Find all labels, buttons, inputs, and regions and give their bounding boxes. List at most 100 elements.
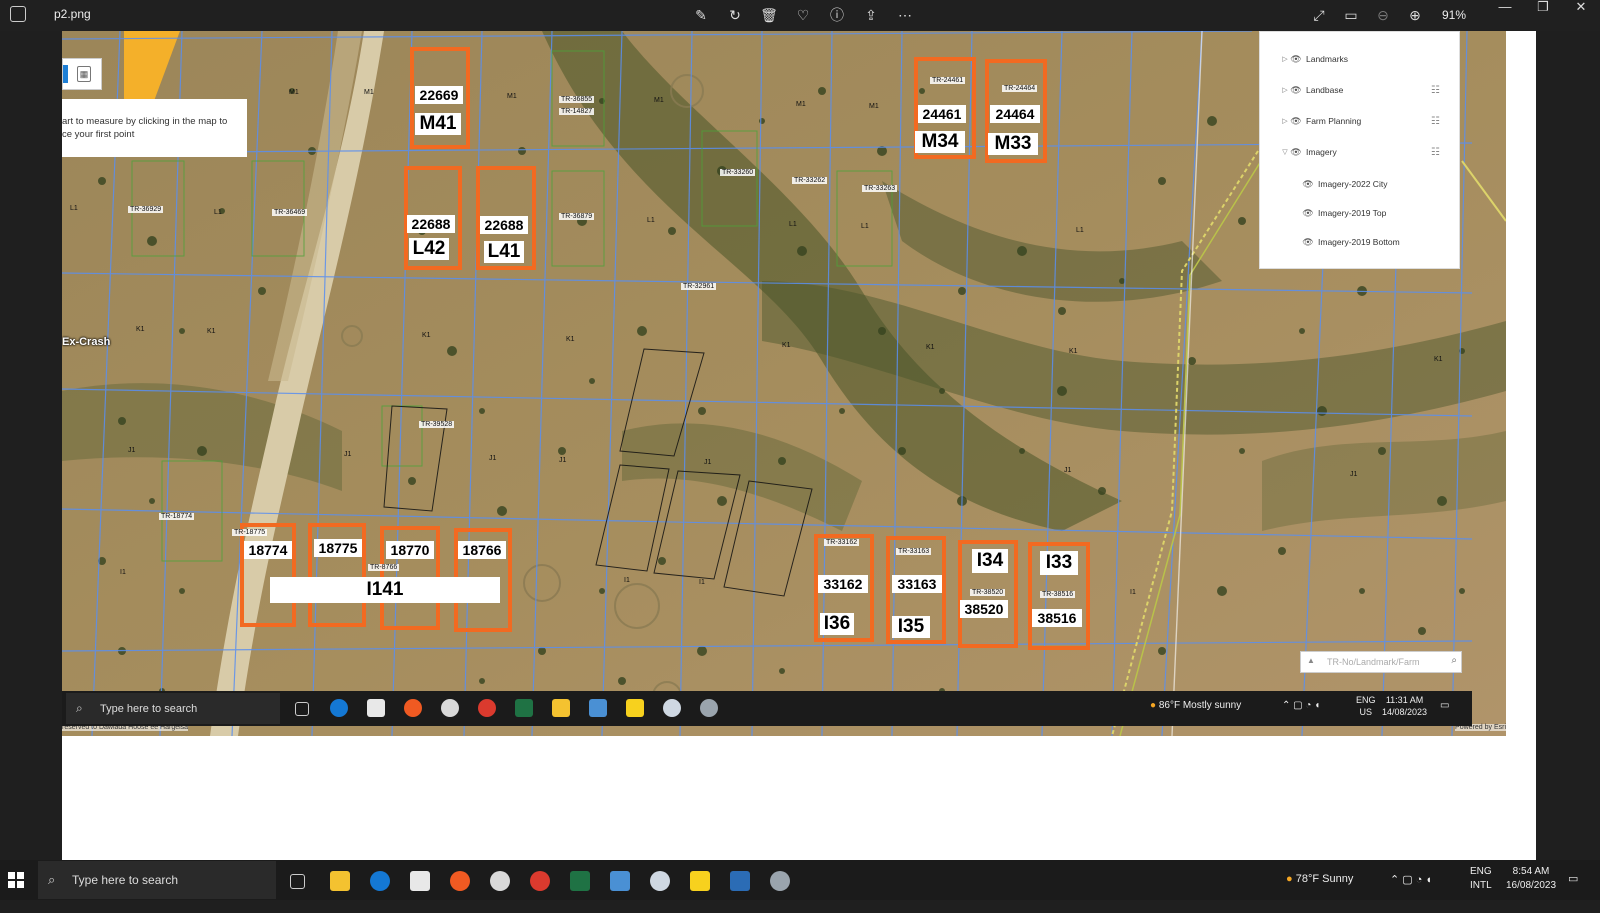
edge-icon[interactable] bbox=[330, 699, 348, 717]
parcel-code: M34 bbox=[915, 131, 965, 153]
store-icon[interactable] bbox=[410, 871, 430, 891]
language-indicator[interactable]: ENG INTL bbox=[1470, 865, 1492, 905]
layer-farm-planning[interactable]: ▷ 👁 Farm Planning ☷ bbox=[1260, 112, 1440, 130]
caret-down-icon[interactable]: ▽ bbox=[1280, 148, 1290, 156]
chrome-icon[interactable] bbox=[478, 699, 496, 717]
grid-letter: J1 bbox=[344, 451, 352, 458]
zoom-out-icon[interactable]: ⊖ bbox=[1372, 4, 1394, 26]
photos-icon[interactable] bbox=[730, 871, 750, 891]
firefox-icon[interactable] bbox=[404, 699, 422, 717]
grid-letter: M1 bbox=[869, 103, 879, 110]
eye-icon[interactable]: 👁 bbox=[1302, 179, 1314, 190]
layer-imagery-2019-top[interactable]: 👁 Imagery-2019 Top bbox=[1260, 204, 1386, 222]
excel-icon[interactable] bbox=[570, 871, 590, 891]
layer-imagery-2019-bottom[interactable]: 👁 Imagery-2019 Bottom bbox=[1260, 233, 1399, 251]
map-label-ex-crash: Ex-Crash bbox=[62, 336, 111, 348]
edge-icon[interactable] bbox=[370, 871, 390, 891]
info-icon[interactable]: ⓘ bbox=[826, 4, 848, 26]
caret-right-icon[interactable]: ▷ bbox=[1280, 55, 1290, 63]
layer-options-icon[interactable]: ☷ bbox=[1431, 147, 1440, 158]
fit-icon[interactable]: ▭ bbox=[1340, 4, 1362, 26]
file-explorer-icon[interactable] bbox=[552, 699, 570, 717]
close-button[interactable]: ✕ bbox=[1562, 0, 1600, 22]
minimize-button[interactable]: — bbox=[1486, 0, 1524, 22]
notifications-icon[interactable]: ▭ bbox=[1440, 700, 1449, 735]
search-icon: ⌕ bbox=[76, 701, 83, 715]
parcel-number: 24461 bbox=[918, 105, 966, 123]
satellite-map[interactable]: ▦ art to measure by clicking in the map … bbox=[62, 31, 1506, 736]
caret-right-icon[interactable]: ▷ bbox=[1280, 117, 1290, 125]
task-view-icon[interactable] bbox=[290, 874, 305, 889]
sticky-notes-icon[interactable] bbox=[690, 871, 710, 891]
app-icon[interactable] bbox=[770, 871, 790, 891]
weather-widget[interactable]: ● 78°F Sunny bbox=[1286, 873, 1353, 913]
app-icon[interactable] bbox=[610, 871, 630, 891]
heart-icon[interactable]: ♡ bbox=[792, 4, 814, 26]
tray-icons[interactable]: ⌃ ▢ ◔ ◖ bbox=[1390, 873, 1432, 913]
app-icon[interactable] bbox=[490, 871, 510, 891]
eye-icon[interactable]: 👁 bbox=[1290, 147, 1302, 158]
calculator-icon[interactable]: ▦ bbox=[77, 66, 91, 82]
store-icon[interactable] bbox=[367, 699, 385, 717]
firefox-icon[interactable] bbox=[450, 871, 470, 891]
tr-label: TR-33263 bbox=[862, 185, 898, 192]
inner-taskbar-search[interactable]: ⌕ Type here to search bbox=[66, 693, 280, 724]
chrome-icon[interactable] bbox=[530, 871, 550, 891]
map-search-input[interactable]: ▲ TR-No/Landmark/Farm ⌕ bbox=[1300, 651, 1462, 673]
layer-imagery-2022-city[interactable]: 👁 Imagery-2022 City bbox=[1260, 175, 1387, 193]
language-indicator[interactable]: ENG US bbox=[1356, 694, 1376, 729]
eye-icon[interactable]: 👁 bbox=[1290, 85, 1302, 96]
app-icon[interactable] bbox=[589, 699, 607, 717]
layer-options-icon[interactable]: ☷ bbox=[1431, 116, 1440, 127]
start-button[interactable] bbox=[8, 872, 24, 888]
sun-icon: ● bbox=[1150, 700, 1157, 711]
caret-right-icon[interactable]: ▷ bbox=[1280, 86, 1290, 94]
app-icon[interactable] bbox=[663, 699, 681, 717]
restore-button[interactable]: ❐ bbox=[1524, 0, 1562, 22]
eye-icon[interactable]: 👁 bbox=[1290, 54, 1302, 65]
tr-label: TR-33262 bbox=[792, 177, 828, 184]
edit-icon[interactable]: ✎ bbox=[690, 4, 712, 26]
excel-icon[interactable] bbox=[515, 699, 533, 717]
zoom-in-icon[interactable]: ⊕ bbox=[1404, 4, 1426, 26]
tr-label: TR-18775 bbox=[232, 529, 268, 536]
taskbar-search[interactable]: ⌕ Type here to search bbox=[38, 861, 276, 899]
layer-landbase[interactable]: ▷ 👁 Landbase ☷ bbox=[1260, 81, 1440, 99]
measure-tool[interactable]: ▦ bbox=[62, 58, 102, 90]
task-view-icon[interactable] bbox=[295, 702, 309, 716]
app-icon[interactable] bbox=[441, 699, 459, 717]
app-icon[interactable] bbox=[650, 871, 670, 891]
rotate-icon[interactable]: ↻ bbox=[724, 4, 746, 26]
delete-icon[interactable]: 🗑 bbox=[758, 4, 780, 26]
file-explorer-icon[interactable] bbox=[330, 871, 350, 891]
fullscreen-icon[interactable]: ⤢ bbox=[1308, 4, 1330, 26]
eye-icon[interactable]: 👁 bbox=[1302, 208, 1314, 219]
photos-app-icon bbox=[10, 6, 26, 22]
layer-landmarks[interactable]: ▷ 👁 Landmarks bbox=[1260, 50, 1348, 68]
sticky-notes-icon[interactable] bbox=[626, 699, 644, 717]
app-icon[interactable] bbox=[700, 699, 718, 717]
grid-letter: L1 bbox=[861, 223, 869, 230]
grid-letter: J1 bbox=[489, 455, 497, 462]
layer-imagery[interactable]: ▽ 👁 Imagery ☷ bbox=[1260, 143, 1440, 161]
layer-list-panel: ▷ 👁 Landmarks ▷ 👁 Landbase ☷ ▷ 👁 Farm Pl… bbox=[1259, 31, 1460, 269]
grid-letter: K1 bbox=[566, 336, 575, 343]
eye-icon[interactable]: 👁 bbox=[1302, 237, 1314, 248]
tr-label: TR-36469 bbox=[272, 209, 308, 216]
inner-taskbar: ⌕ Type here to search ● 86°F Mostly sunn… bbox=[62, 691, 1472, 726]
eye-icon[interactable]: 👁 bbox=[1290, 116, 1302, 127]
tray-icons[interactable]: ⌃ ▢ ◔ ◖ bbox=[1282, 700, 1320, 735]
clock[interactable]: 8:54 AM 16/08/2023 bbox=[1506, 865, 1556, 905]
share-icon[interactable]: ⇪ bbox=[860, 4, 882, 26]
more-icon[interactable]: ⋯ bbox=[894, 4, 916, 26]
layer-options-icon[interactable]: ☷ bbox=[1431, 85, 1440, 96]
image-canvas: ▦ art to measure by clicking in the map … bbox=[62, 31, 1536, 860]
chevron-up-icon[interactable]: ▲ bbox=[1307, 656, 1315, 665]
weather-widget[interactable]: ● 86°F Mostly sunny bbox=[1150, 700, 1241, 735]
clock[interactable]: 11:31 AM 14/08/2023 bbox=[1382, 694, 1427, 729]
search-icon[interactable]: ⌕ bbox=[1451, 655, 1457, 666]
tr-label: TR-33163 bbox=[896, 548, 932, 555]
tr-label: TR-36929 bbox=[128, 206, 164, 213]
notifications-icon[interactable]: ▭ bbox=[1568, 872, 1578, 912]
grid-letter: L1 bbox=[1076, 227, 1084, 234]
